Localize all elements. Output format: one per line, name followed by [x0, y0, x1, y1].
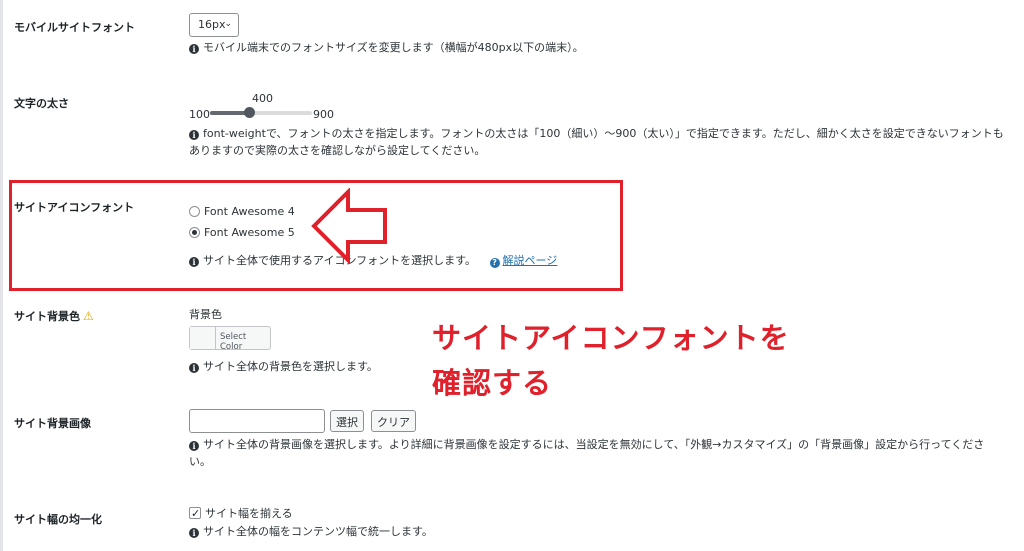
- select-image-button[interactable]: 選択: [330, 410, 364, 432]
- slider-thumb[interactable]: [244, 107, 255, 118]
- site-bg-image-description: i サイト全体の背景画像を選択します。より詳細に背景画像を設定するには、当設定を無…: [189, 438, 985, 468]
- checkbox[interactable]: ✓: [189, 507, 201, 520]
- radio-font-awesome-5[interactable]: Font Awesome 5: [189, 226, 295, 239]
- bg-color-sub-label: 背景色: [189, 308, 222, 321]
- left-arrow-icon: [311, 188, 387, 264]
- annotation-line-2: 確認する: [432, 366, 553, 400]
- slider-min: 100: [189, 108, 210, 121]
- slider-fill: [210, 111, 248, 115]
- select-value: 16px: [198, 18, 226, 31]
- bg-image-url-input[interactable]: [189, 409, 325, 433]
- clear-image-button[interactable]: クリア: [371, 410, 416, 432]
- site-width-label: サイト幅の均一化: [14, 513, 102, 526]
- select-color-button[interactable]: Select Color: [189, 326, 271, 352]
- question-icon: ?: [489, 258, 500, 268]
- site-width-checkbox[interactable]: ✓ サイト幅を揃える: [189, 505, 293, 522]
- radio-button-checked[interactable]: [189, 227, 200, 238]
- font-weight-description: i font-weightで、フォントの太さを指定します。フォントの太さは「100…: [189, 127, 1004, 157]
- site-width-description: i サイト全体の幅をコンテンツ幅で統一します。: [189, 523, 433, 540]
- radio-font-awesome-4[interactable]: Font Awesome 4: [189, 205, 295, 218]
- site-icon-font-label: サイトアイコンフォント: [14, 201, 135, 214]
- warning-icon: ⚠: [83, 309, 94, 323]
- site-bg-image-label: サイト背景画像: [14, 417, 91, 430]
- info-icon: i: [189, 441, 199, 451]
- annotation-line-1: サイトアイコンフォントを: [432, 321, 790, 355]
- site-bg-color-label: サイト背景色 ⚠: [14, 309, 94, 323]
- info-icon: i: [189, 363, 199, 373]
- font-weight-slider[interactable]: 400 100 900: [189, 92, 339, 122]
- info-icon: i: [189, 44, 199, 54]
- chevron-down-icon: ⌄: [224, 19, 232, 29]
- mobile-font-label: モバイルサイトフォント: [14, 21, 135, 34]
- slider-max: 900: [313, 108, 334, 121]
- mobile-font-description: i モバイル端末でのフォントサイズを変更します（横幅が480px以下の端末）。: [189, 39, 584, 56]
- info-icon: i: [189, 528, 199, 538]
- help-link[interactable]: ? 解説ページ: [489, 254, 557, 268]
- color-swatch: [190, 327, 216, 349]
- info-icon: i: [189, 130, 199, 140]
- font-weight-label: 文字の太さ: [14, 97, 69, 110]
- mobile-font-size-select[interactable]: 16px ⌄: [189, 13, 239, 37]
- slider-value: 400: [252, 92, 273, 105]
- radio-button[interactable]: [189, 206, 200, 217]
- site-bg-color-description: i サイト全体の背景色を選択します。: [189, 358, 378, 375]
- left-border: [0, 0, 3, 551]
- check-icon: ✓: [191, 507, 201, 520]
- info-icon: i: [189, 257, 199, 267]
